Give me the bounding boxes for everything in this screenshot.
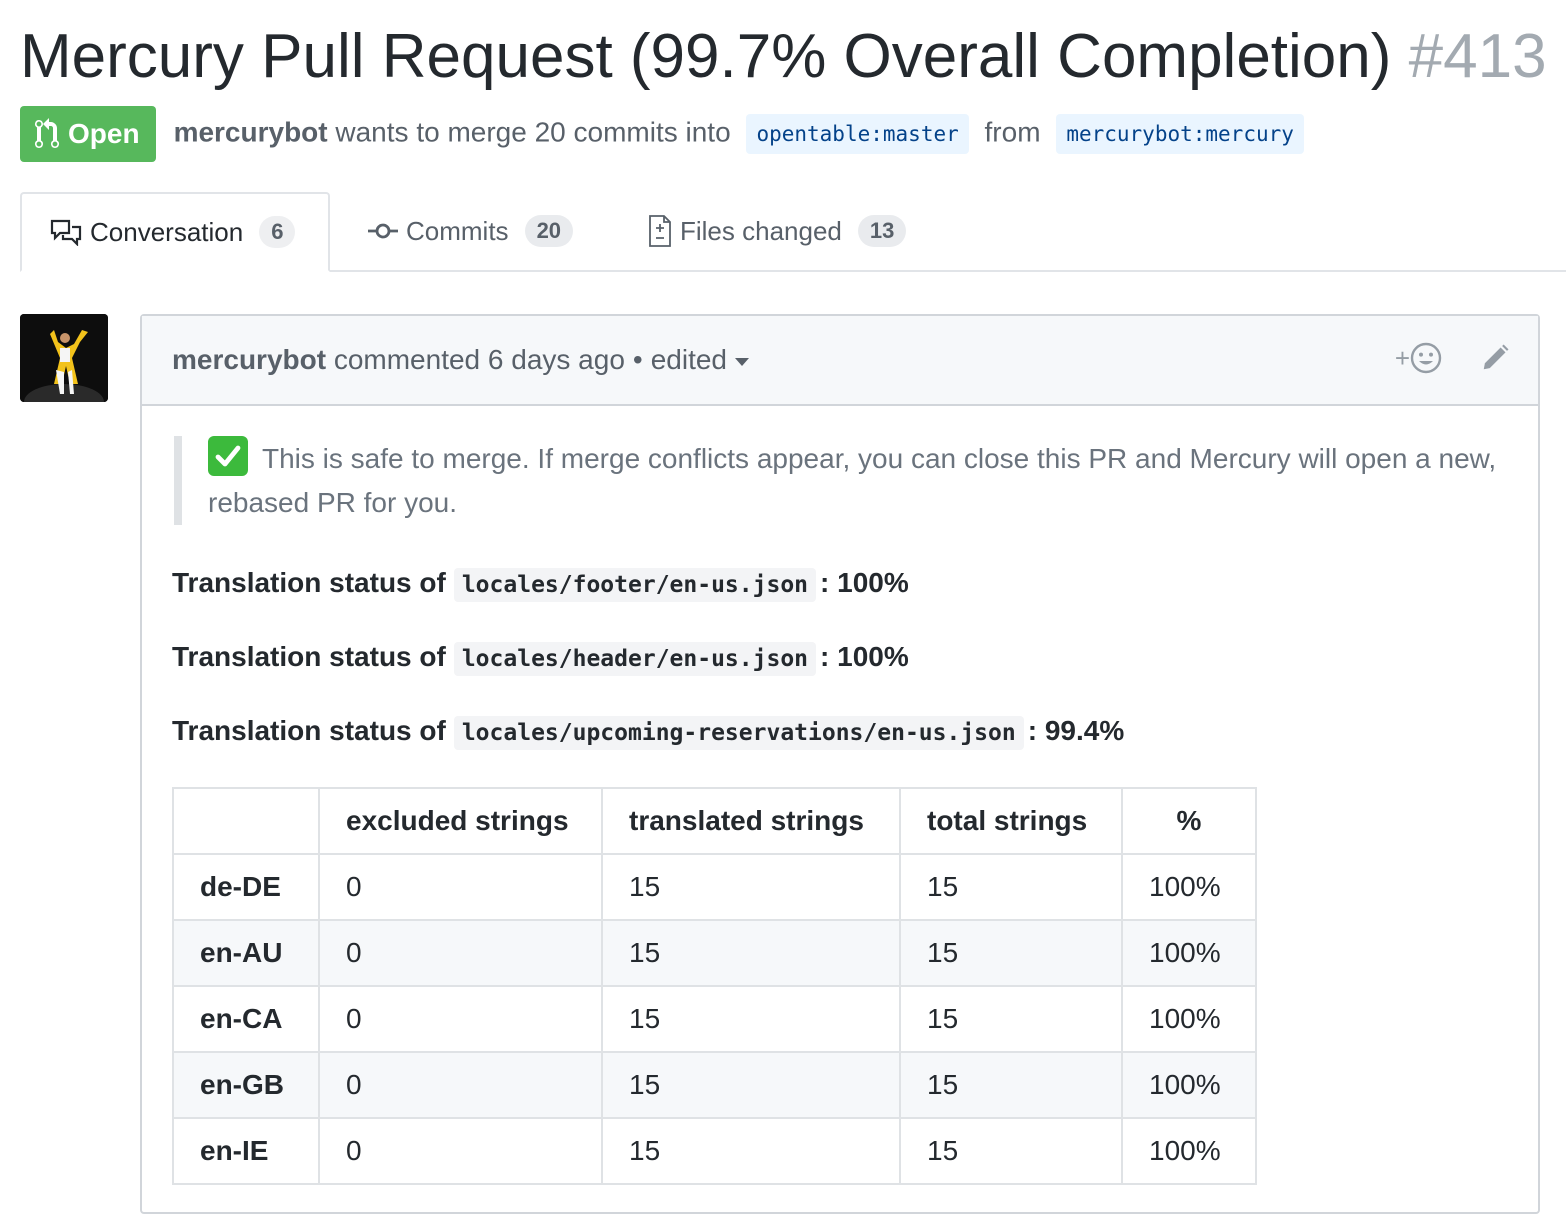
merge-notice-text: This is safe to merge. If merge conflict…: [208, 443, 1497, 518]
comment: mercurybot commented 6 days ago • edited…: [140, 314, 1540, 1214]
cell-excluded: 0: [318, 1051, 603, 1119]
cell-locale: de-DE: [172, 853, 320, 921]
table-row: de-DE 0 15 15 100%: [172, 853, 1257, 921]
smiley-icon: [1410, 342, 1442, 374]
cell-total: 15: [899, 985, 1123, 1053]
cell-percent: 100%: [1121, 985, 1257, 1053]
status-prefix: Translation status of: [172, 715, 446, 746]
cell-excluded: 0: [318, 919, 603, 987]
base-branch[interactable]: opentable:master: [746, 114, 969, 154]
cell-total: 15: [899, 1117, 1123, 1185]
cell-percent: 100%: [1121, 919, 1257, 987]
cell-locale: en-CA: [172, 985, 320, 1053]
cell-total: 15: [899, 853, 1123, 921]
pencil-icon[interactable]: [1480, 343, 1510, 373]
cell-translated: 15: [601, 985, 901, 1053]
cell-total: 15: [899, 919, 1123, 987]
edited-dropdown[interactable]: edited: [651, 344, 749, 376]
tab-conversation-label: Conversation: [90, 216, 244, 247]
col-header-excluded: excluded strings: [318, 787, 603, 855]
status-prefix: Translation status of: [172, 641, 446, 672]
pr-title-text: Mercury Pull Request (99.7% Overall Comp…: [20, 22, 1392, 91]
cell-translated: 15: [601, 919, 901, 987]
comment-author[interactable]: mercurybot: [172, 344, 326, 376]
cell-translated: 15: [601, 1117, 901, 1185]
cell-excluded: 0: [318, 985, 603, 1053]
head-branch[interactable]: mercurybot:mercury: [1056, 114, 1304, 154]
tab-files-changed[interactable]: Files changed 13: [648, 192, 907, 270]
status-value: : 100%: [820, 641, 909, 672]
tab-commits-label: Commits: [406, 215, 509, 246]
table-row: en-AU 0 15 15 100%: [172, 919, 1257, 987]
status-value: : 100%: [820, 567, 909, 598]
check-mark-icon: [208, 436, 248, 476]
cell-excluded: 0: [318, 1117, 603, 1185]
tab-files-label: Files changed: [680, 215, 842, 246]
col-header-percent: %: [1121, 787, 1257, 855]
table-row: en-IE 0 15 15 100%: [172, 1117, 1257, 1185]
add-reaction-button[interactable]: +: [1395, 342, 1442, 374]
git-commit-icon: [368, 223, 398, 239]
cell-translated: 15: [601, 853, 901, 921]
pr-meta: Open mercurybot wants to merge 20 commit…: [20, 106, 1312, 162]
tab-commits[interactable]: Commits 20: [368, 192, 574, 270]
translation-status-footer: Translation status of locales/footer/en-u…: [172, 565, 1508, 602]
translation-table: excluded strings translated strings tota…: [172, 787, 1257, 1185]
avatar[interactable]: [20, 314, 108, 402]
separator-dot: •: [632, 344, 643, 375]
cell-percent: 100%: [1121, 853, 1257, 921]
cell-total: 15: [899, 1051, 1123, 1119]
merge-text: wants to merge 20 commits into: [335, 116, 731, 148]
cell-percent: 100%: [1121, 1051, 1257, 1119]
col-header-translated: translated strings: [601, 787, 901, 855]
tab-files-count: 13: [857, 215, 907, 247]
pr-tabs: Conversation 6 Commits 20 Files changed …: [20, 192, 1566, 272]
comment-discussion-icon: [50, 219, 82, 246]
tab-conversation[interactable]: Conversation 6: [20, 192, 330, 272]
from-text: from: [984, 116, 1041, 148]
status-file: locales/upcoming-reservations/en-us.json: [453, 716, 1024, 750]
cell-translated: 15: [601, 1051, 901, 1119]
git-pull-request-icon: [35, 118, 59, 149]
cell-percent: 100%: [1121, 1117, 1257, 1185]
pr-author-link[interactable]: mercurybot: [174, 116, 328, 147]
tab-commits-count: 20: [524, 215, 574, 247]
comment-timestamp[interactable]: commented 6 days ago: [334, 344, 625, 376]
tab-conversation-count: 6: [259, 216, 296, 248]
state-badge: Open: [20, 106, 156, 162]
pr-title: Mercury Pull Request (99.7% Overall Comp…: [20, 18, 1547, 96]
status-value: : 99.4%: [1027, 715, 1125, 746]
cell-locale: en-IE: [172, 1117, 320, 1185]
comment-body: This is safe to merge. If merge conflict…: [142, 406, 1538, 1185]
status-prefix: Translation status of: [172, 567, 446, 598]
comment-actions: +: [1395, 342, 1510, 374]
merge-notice: This is safe to merge. If merge conflict…: [174, 436, 1508, 525]
col-header-total: total strings: [899, 787, 1123, 855]
edited-label: edited: [650, 344, 727, 375]
cell-excluded: 0: [318, 853, 603, 921]
table-row: en-GB 0 15 15 100%: [172, 1051, 1257, 1119]
cell-locale: en-AU: [172, 919, 320, 987]
pr-number: #413: [1408, 22, 1547, 91]
status-file: locales/footer/en-us.json: [453, 568, 817, 602]
plus-icon: +: [1394, 342, 1410, 373]
merge-description: mercurybot wants to merge 20 commits int…: [174, 114, 1312, 154]
caret-down-icon: [735, 357, 749, 366]
cell-locale: en-GB: [172, 1051, 320, 1119]
avatar-image: [20, 314, 108, 402]
status-file: locales/header/en-us.json: [453, 642, 817, 676]
col-header-locale: [172, 787, 320, 855]
comment-header: mercurybot commented 6 days ago • edited…: [142, 316, 1538, 406]
diff-icon: [649, 215, 671, 247]
translation-status-header: Translation status of locales/header/en-u…: [172, 639, 1508, 676]
translation-status-upcoming-reservations: Translation status of locales/upcoming-re…: [172, 713, 1508, 750]
state-label: Open: [68, 118, 140, 149]
table-row: en-CA 0 15 15 100%: [172, 985, 1257, 1053]
table-header-row: excluded strings translated strings tota…: [172, 787, 1257, 855]
